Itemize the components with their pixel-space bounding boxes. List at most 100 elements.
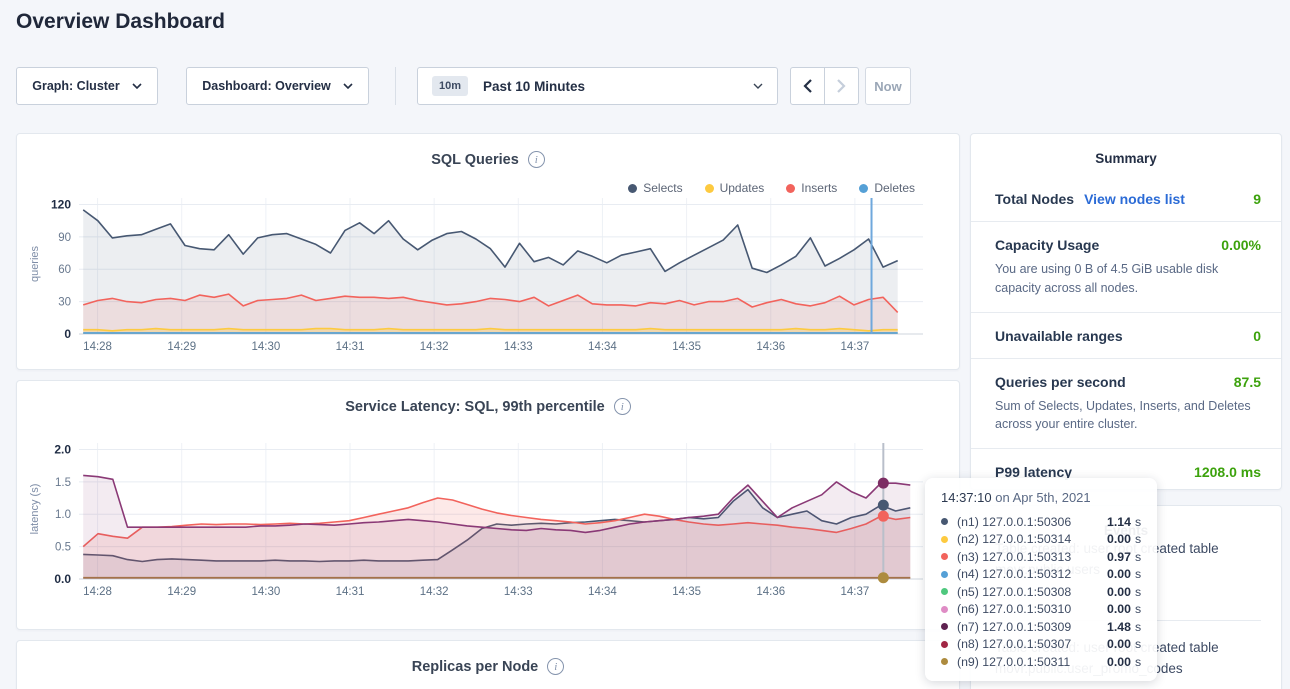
svg-text:14:34: 14:34 xyxy=(588,586,617,598)
time-pager xyxy=(790,67,859,105)
chevron-down-icon xyxy=(132,83,142,89)
chevron-left-icon xyxy=(803,79,812,93)
svg-text:60: 60 xyxy=(58,264,71,276)
svg-text:120: 120 xyxy=(51,197,71,211)
node-color-dot xyxy=(941,518,948,525)
time-range-picker[interactable]: 10m Past 10 Minutes xyxy=(417,67,778,105)
svg-text:0.5: 0.5 xyxy=(55,542,71,554)
node-color-dot xyxy=(941,553,948,560)
tooltip-time: 14:37:10 xyxy=(941,490,992,505)
sql-queries-card: SQL Queries i SelectsUpdatesInsertsDelet… xyxy=(16,133,960,370)
node-latency-value: 0.00 xyxy=(1107,532,1131,546)
node-latency-unit: s xyxy=(1135,515,1141,529)
tooltip-node-row: (n7) 127.0.0.1:503091.48s xyxy=(941,618,1145,636)
chart-title-row: Service Latency: SQL, 99th percentile i xyxy=(17,381,959,415)
node-latency-value: 0.97 xyxy=(1107,550,1131,564)
total-nodes-value: 9 xyxy=(1253,191,1261,207)
chart-plot[interactable]: 14:2814:2914:3014:3114:3214:3314:3414:35… xyxy=(39,192,931,354)
tooltip-node-rows: (n1) 127.0.0.1:503061.14s(n2) 127.0.0.1:… xyxy=(941,513,1145,671)
tooltip-node-row: (n6) 127.0.0.1:503100.00 s xyxy=(941,601,1145,619)
node-latency-value: 0.00 xyxy=(1107,602,1131,616)
now-button[interactable]: Now xyxy=(865,67,911,105)
info-icon[interactable]: i xyxy=(547,658,564,675)
chevron-right-icon xyxy=(837,79,846,93)
node-color-dot xyxy=(941,658,948,665)
service-latency-chart[interactable]: 14:2814:2914:3014:3114:3214:3314:3414:35… xyxy=(39,437,931,604)
node-latency-value: 0.00 xyxy=(1107,585,1131,599)
tooltip-node-row: (n9) 127.0.0.1:503110.00s xyxy=(941,653,1145,671)
tooltip-node-row: (n8) 127.0.0.1:503070.00s xyxy=(941,636,1145,654)
svg-text:14:31: 14:31 xyxy=(336,586,365,598)
sql-queries-chart[interactable]: 14:2814:2914:3014:3114:3214:3314:3414:35… xyxy=(39,192,931,359)
tooltip-timestamp: 14:37:10 on Apr 5th, 2021 xyxy=(941,490,1145,505)
graph-dropdown[interactable]: Graph: Cluster xyxy=(16,67,158,105)
node-latency-unit: s xyxy=(1135,567,1141,581)
svg-text:0: 0 xyxy=(64,327,71,341)
capacity-usage-label: Capacity Usage xyxy=(995,237,1099,253)
time-prev-button[interactable] xyxy=(790,67,825,105)
queries-per-second-label: Queries per second xyxy=(995,374,1126,390)
svg-text:30: 30 xyxy=(58,297,71,309)
tooltip-node-row: (n2) 127.0.0.1:503140.00s xyxy=(941,531,1145,549)
svg-text:14:36: 14:36 xyxy=(756,341,785,353)
svg-text:14:34: 14:34 xyxy=(588,341,617,353)
tooltip-node-row: (n5) 127.0.0.1:503080.00s xyxy=(941,583,1145,601)
node-address: (n6) 127.0.0.1:50310 xyxy=(957,602,1107,616)
node-address: (n4) 127.0.0.1:50312 xyxy=(957,567,1107,581)
chart-hover-tooltip: 14:37:10 on Apr 5th, 2021 (n1) 127.0.0.1… xyxy=(925,478,1157,681)
svg-text:14:33: 14:33 xyxy=(504,341,533,353)
node-color-dot xyxy=(941,571,948,578)
node-latency-value: 1.14 xyxy=(1107,515,1131,529)
node-latency-unit: s xyxy=(1135,655,1141,669)
svg-text:1.5: 1.5 xyxy=(55,477,71,489)
dashboard-dropdown-label: Dashboard: Overview xyxy=(202,79,331,93)
svg-text:14:32: 14:32 xyxy=(420,341,449,353)
node-color-dot xyxy=(941,588,948,595)
summary-row-capacity-usage: Capacity Usage 0.00% You are using 0 B o… xyxy=(971,221,1281,312)
queries-per-second-value: 87.5 xyxy=(1234,374,1261,390)
capacity-usage-value: 0.00% xyxy=(1221,237,1261,253)
svg-text:90: 90 xyxy=(58,232,71,244)
service-latency-card: Service Latency: SQL, 99th percentile i … xyxy=(16,380,960,630)
node-color-dot xyxy=(941,606,948,613)
chart-plot[interactable]: 14:2814:2914:3014:3114:3214:3314:3414:35… xyxy=(39,437,931,599)
total-nodes-label: Total Nodes xyxy=(995,191,1074,207)
node-latency-unit: s xyxy=(1135,550,1141,564)
unavailable-ranges-label: Unavailable ranges xyxy=(995,328,1123,344)
info-icon[interactable]: i xyxy=(614,398,631,415)
view-nodes-list-link[interactable]: View nodes list xyxy=(1084,191,1185,207)
svg-text:14:31: 14:31 xyxy=(336,341,365,353)
node-address: (n9) 127.0.0.1:50311 xyxy=(957,655,1107,669)
svg-text:14:29: 14:29 xyxy=(167,586,196,598)
chevron-down-icon xyxy=(343,83,353,89)
summary-rows: Total Nodes View nodes list 9 Capacity U… xyxy=(971,176,1281,494)
service-latency-title: Service Latency: SQL, 99th percentile xyxy=(345,399,605,415)
node-address: (n3) 127.0.0.1:50313 xyxy=(957,550,1107,564)
tooltip-date: on Apr 5th, 2021 xyxy=(992,490,1091,505)
node-latency-unit: s xyxy=(1135,637,1141,651)
svg-text:14:36: 14:36 xyxy=(756,586,785,598)
svg-text:14:30: 14:30 xyxy=(251,341,280,353)
node-latency-unit: s xyxy=(1135,602,1141,616)
replicas-per-node-card: Replicas per Node i xyxy=(16,640,960,689)
replicas-per-node-title: Replicas per Node xyxy=(412,659,539,675)
summary-row-unavailable-ranges: Unavailable ranges 0 xyxy=(971,312,1281,358)
node-address: (n8) 127.0.0.1:50307 xyxy=(957,637,1107,651)
summary-row-queries-per-second: Queries per second 87.5 Sum of Selects, … xyxy=(971,358,1281,449)
time-next-button[interactable] xyxy=(824,67,859,105)
time-range-label: Past 10 Minutes xyxy=(483,79,585,94)
node-latency-unit: s xyxy=(1135,532,1141,546)
dashboard-dropdown[interactable]: Dashboard: Overview xyxy=(186,67,369,105)
svg-text:14:28: 14:28 xyxy=(83,341,112,353)
capacity-usage-description: You are using 0 B of 4.5 GiB usable disk… xyxy=(995,260,1261,298)
svg-text:14:37: 14:37 xyxy=(840,586,869,598)
time-range-badge: 10m xyxy=(432,76,468,96)
node-color-dot xyxy=(941,623,948,630)
svg-text:14:35: 14:35 xyxy=(672,586,701,598)
svg-text:1.0: 1.0 xyxy=(55,509,71,521)
p99-latency-value: 1208.0 ms xyxy=(1194,464,1261,480)
node-color-dot xyxy=(941,536,948,543)
node-latency-unit: s xyxy=(1135,620,1141,634)
info-icon[interactable]: i xyxy=(528,151,545,168)
node-address: (n5) 127.0.0.1:50308 xyxy=(957,585,1107,599)
